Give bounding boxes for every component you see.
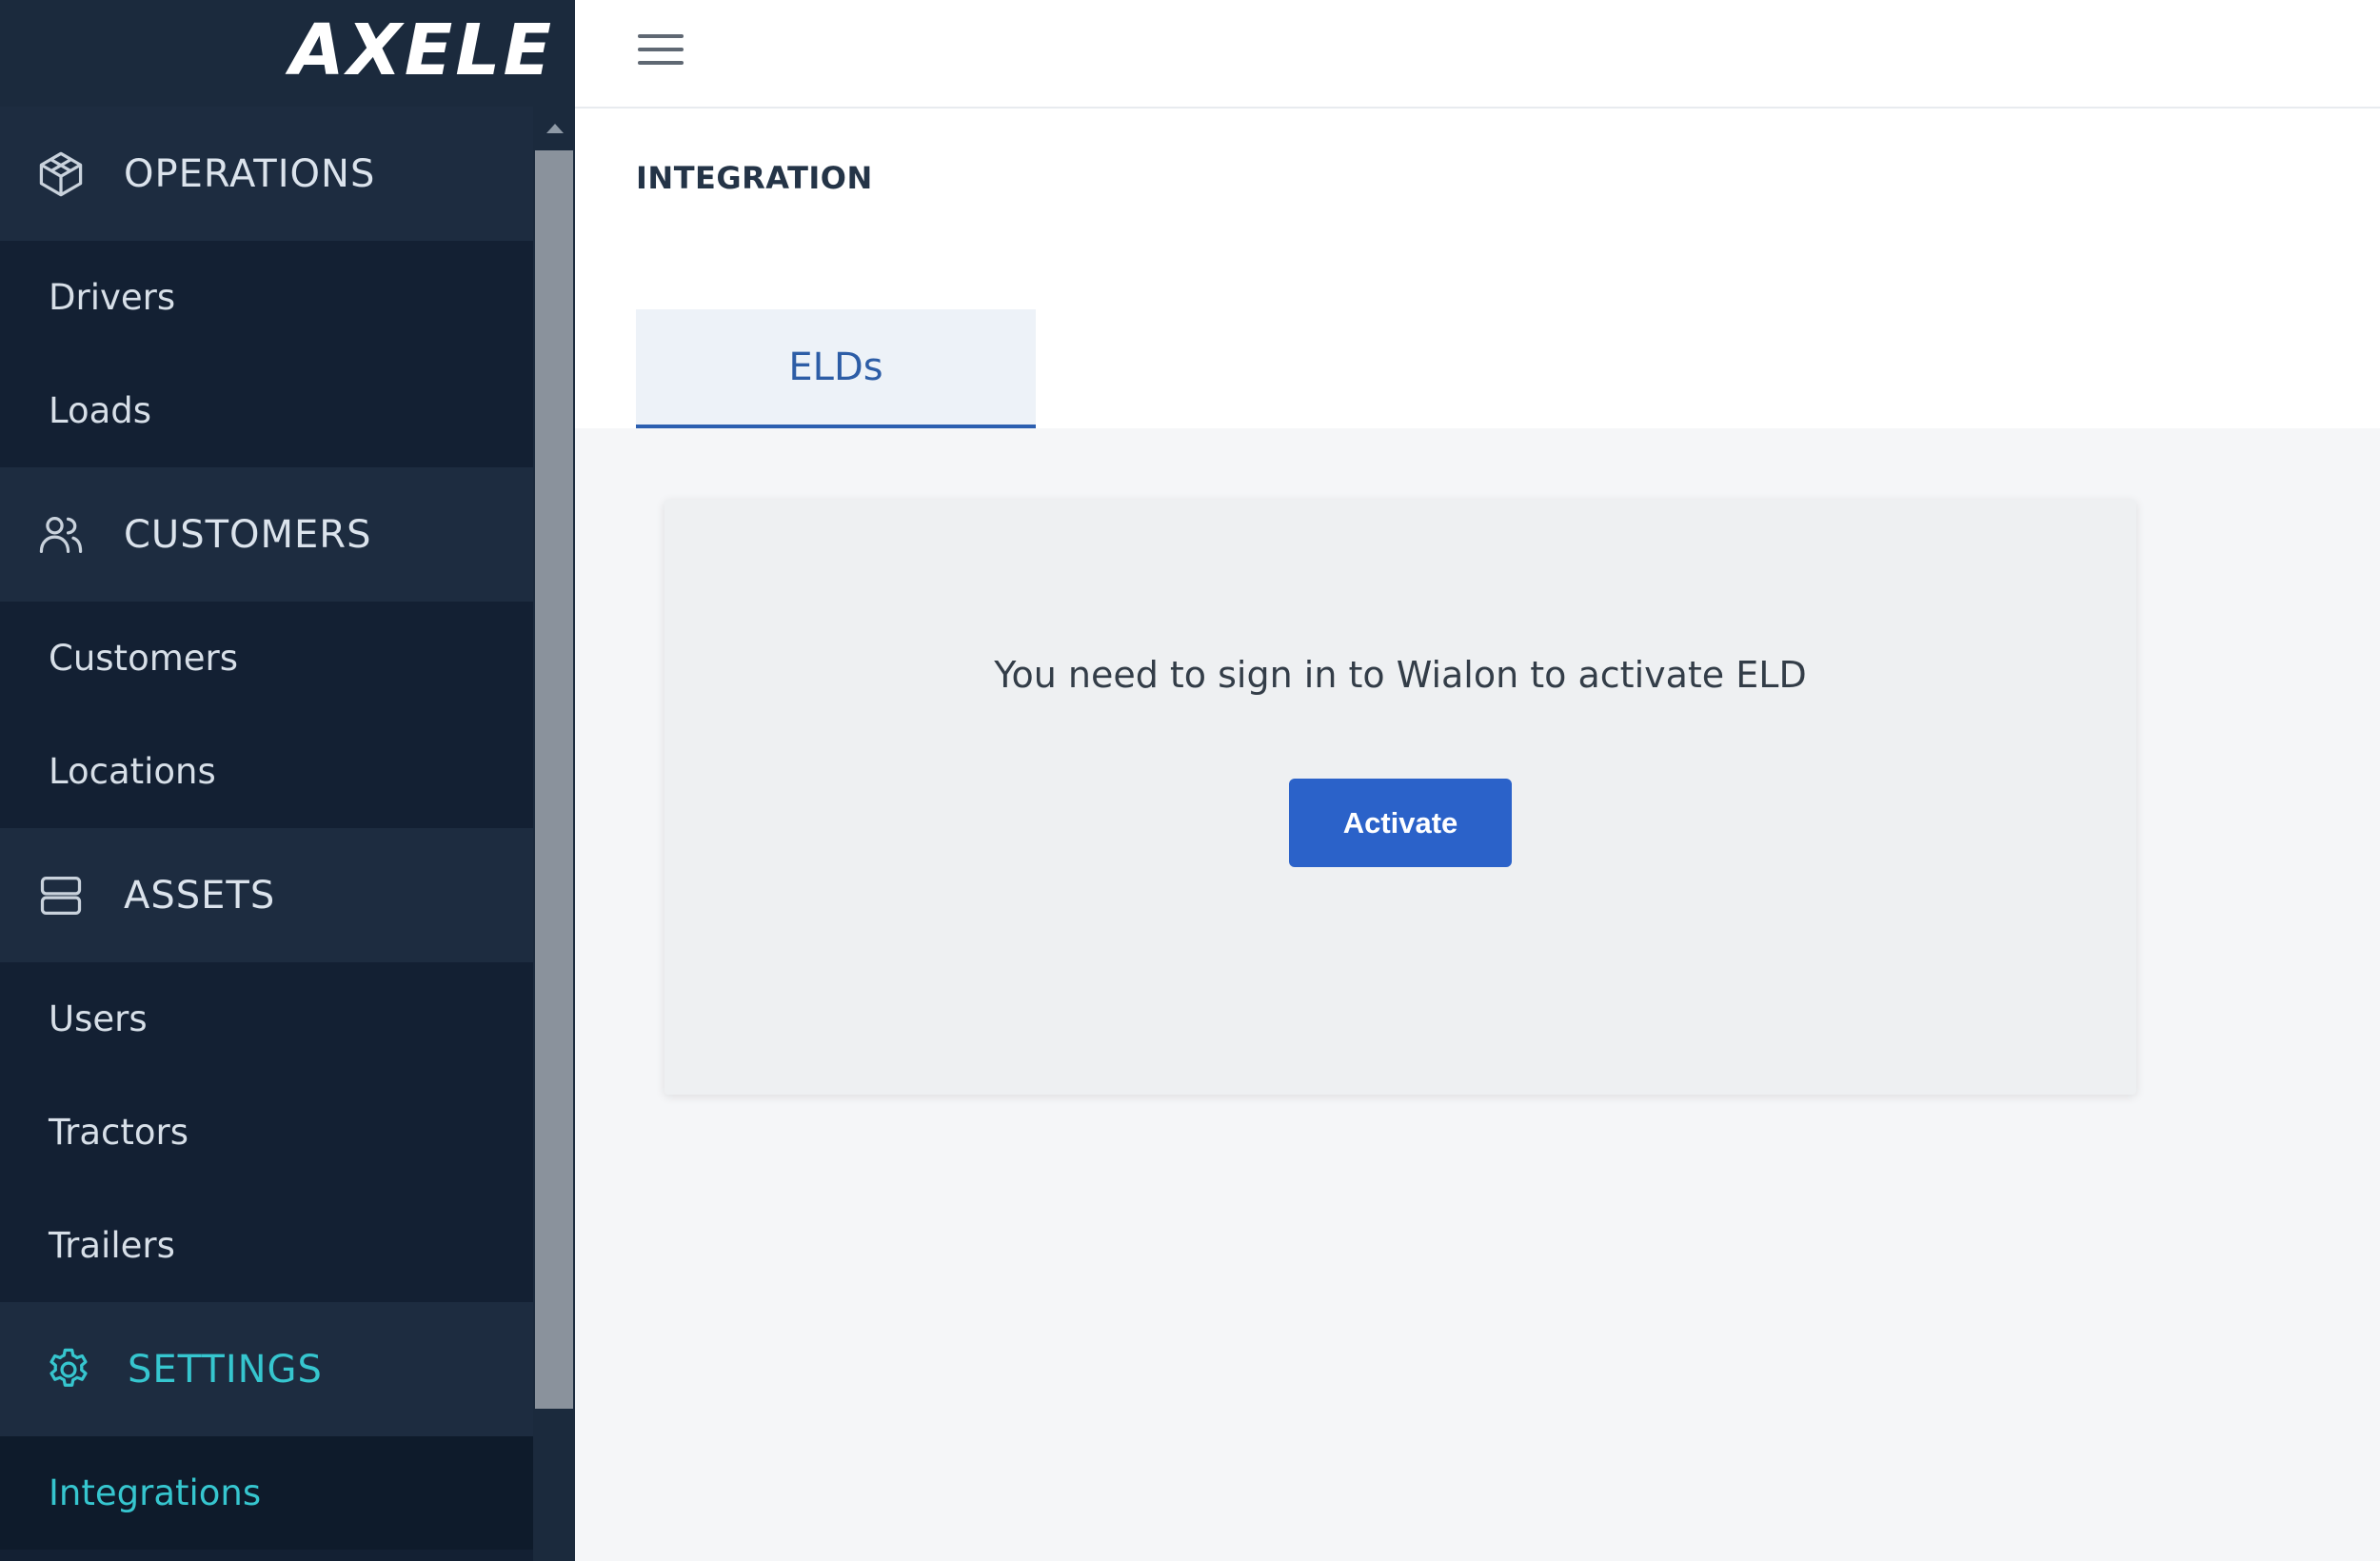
sidebar-item-tractors[interactable]: Tractors (0, 1076, 533, 1189)
sidebar-item-integrations[interactable]: Integrations (0, 1436, 533, 1550)
sidebar-section-assets[interactable]: ASSETS (0, 828, 533, 962)
gear-icon (44, 1345, 93, 1394)
sidebar-item-drivers[interactable]: Drivers (0, 241, 533, 354)
server-icon (36, 871, 86, 920)
logo-text: AXELE (289, 10, 554, 91)
operations-cube-icon (36, 149, 86, 199)
sidebar-item-trailers[interactable]: Trailers (0, 1189, 533, 1302)
sidebar-item-label: Trailers (49, 1225, 175, 1266)
sidebar-item-label: Locations (49, 751, 216, 792)
sidebar-item-customers[interactable]: Customers (0, 602, 533, 715)
sidebar-section-operations[interactable]: OPERATIONS (0, 107, 533, 241)
sidebar-section-settings[interactable]: SETTINGS (0, 1302, 533, 1436)
scrollbar-thumb[interactable] (535, 150, 573, 1409)
sidebar-nav: OPERATIONS Drivers Loads CUSTOMERS Custo… (0, 107, 533, 1550)
sidebar-item-locations[interactable]: Locations (0, 715, 533, 828)
scroll-up-arrow-icon[interactable] (546, 124, 564, 133)
sidebar-scrollbar[interactable] (533, 107, 575, 1561)
activate-button[interactable]: Activate (1289, 779, 1512, 867)
sidebar-item-label: Users (49, 998, 148, 1039)
sidebar-item-loads[interactable]: Loads (0, 354, 533, 467)
activation-message: You need to sign in to Wialon to activat… (994, 654, 1807, 696)
sidebar-section-label: SETTINGS (128, 1347, 323, 1392)
tab-label: ELDs (788, 345, 883, 389)
axele-logo[interactable]: AXELE (289, 8, 554, 93)
sidebar-item-label: Drivers (49, 277, 176, 318)
tab-elds[interactable]: ELDs (636, 309, 1036, 428)
sidebar-item-label: Loads (49, 390, 152, 431)
sidebar-section-label: ASSETS (124, 873, 276, 918)
hamburger-menu-icon[interactable] (632, 29, 689, 76)
sidebar-item-label: Customers (49, 638, 239, 679)
sidebar-item-label: Integrations (49, 1472, 262, 1513)
sidebar-section-customers[interactable]: CUSTOMERS (0, 467, 533, 602)
sidebar-item-users[interactable]: Users (0, 962, 533, 1076)
top-bar (575, 0, 2380, 109)
sidebar-section-label: CUSTOMERS (124, 512, 372, 557)
page-header: INTEGRATION ELDs (575, 109, 2380, 428)
sidebar: AXELE OPERATIONS Drivers Loads CUSTOMERS… (0, 0, 575, 1561)
logo-bar: AXELE (0, 0, 575, 107)
sidebar-item-label: Tractors (49, 1112, 189, 1153)
sidebar-section-label: OPERATIONS (124, 151, 376, 196)
eld-activation-card: You need to sign in to Wialon to activat… (664, 500, 2136, 1095)
users-icon (36, 510, 86, 560)
page-title: INTEGRATION (636, 160, 873, 196)
